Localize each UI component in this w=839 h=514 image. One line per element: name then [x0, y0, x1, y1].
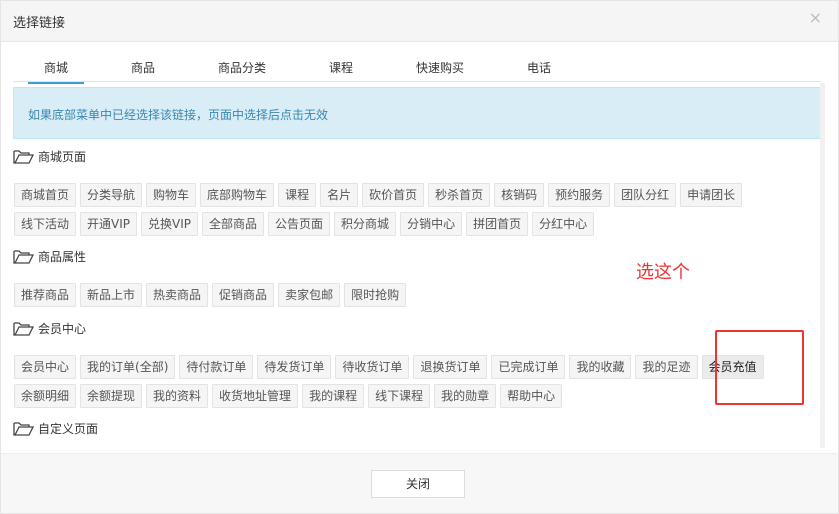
tab-quick-buy[interactable]: 快速购买: [416, 59, 464, 76]
link-option[interactable]: 待收货订单: [335, 355, 410, 379]
dialog-footer: 关闭: [1, 453, 838, 513]
member-links-row-2: 余额明细 余额提现 我的资料 收货地址管理 我的课程 线下课程 我的勋章 帮助中心: [14, 384, 563, 408]
link-option[interactable]: 分类导航: [80, 183, 143, 207]
link-option[interactable]: 分红中心: [532, 212, 595, 236]
tab-course[interactable]: 课程: [329, 59, 353, 76]
link-option[interactable]: 卖家包邮: [278, 283, 341, 307]
link-option[interactable]: 待发货订单: [257, 355, 332, 379]
link-option[interactable]: 我的足迹: [635, 355, 698, 379]
select-link-dialog: 选择链接 × 商城 商品 商品分类 课程 快速购买 电话 如果底部菜单中已经选择…: [0, 0, 839, 514]
link-option[interactable]: 核销码: [494, 183, 545, 207]
link-option[interactable]: 拼团首页: [466, 212, 529, 236]
info-alert: 如果底部菜单中已经选择该链接，页面中选择后点击无效: [13, 87, 821, 139]
link-option[interactable]: 帮助中心: [500, 384, 563, 408]
link-option[interactable]: 我的课程: [302, 384, 365, 408]
link-option[interactable]: 兑换VIP: [141, 212, 199, 236]
link-option[interactable]: 砍价首页: [362, 183, 425, 207]
link-option[interactable]: 商城首页: [14, 183, 77, 207]
link-option[interactable]: 线下活动: [14, 212, 77, 236]
section-label: 商城页面: [38, 149, 87, 164]
link-option[interactable]: 课程: [278, 183, 317, 207]
folder-open-icon: [13, 149, 34, 164]
link-option[interactable]: 待付款订单: [179, 355, 254, 379]
folder-open-icon: [13, 321, 34, 336]
link-option[interactable]: 开通VIP: [80, 212, 138, 236]
annotation-text: 选这个: [636, 262, 690, 283]
tab-goods-category[interactable]: 商品分类: [218, 59, 266, 76]
link-option[interactable]: 我的资料: [146, 384, 209, 408]
link-option[interactable]: 余额明细: [14, 384, 77, 408]
link-option[interactable]: 收货地址管理: [212, 384, 299, 408]
link-option[interactable]: 我的勋章: [434, 384, 497, 408]
member-links-row-1: 会员中心 我的订单(全部) 待付款订单 待发货订单 待收货订单 退换货订单 已完成订单 我的收…: [14, 355, 764, 379]
mall-links-row-2: 线下活动 开通VIP 兑换VIP 全部商品 公告页面 积分商城 分销中心 拼团首页 分红中心: [14, 212, 595, 236]
section-label: 商品属性: [38, 249, 87, 264]
link-option[interactable]: 退换货订单: [413, 355, 488, 379]
dialog-title: 选择链接: [13, 16, 66, 31]
link-option[interactable]: 分销中心: [400, 212, 463, 236]
section-mall-title: 商城页面: [13, 147, 86, 165]
section-goods-title: 商品属性: [13, 247, 86, 265]
link-option[interactable]: 热卖商品: [146, 283, 209, 307]
link-option[interactable]: 积分商城: [334, 212, 397, 236]
dialog-header: 选择链接 ×: [1, 1, 838, 42]
link-option[interactable]: 全部商品: [202, 212, 265, 236]
link-option[interactable]: 底部购物车: [200, 183, 275, 207]
link-option[interactable]: 预约服务: [548, 183, 611, 207]
link-list-area: 商城页面 商城首页 分类导航 购物车 底部购物车 课程 名片 砍价首页 秒杀首页 核销码 预约服务…: [1, 141, 838, 451]
link-option[interactable]: 团队分红: [614, 183, 677, 207]
link-option[interactable]: 申请团长: [680, 183, 743, 207]
tab-phone[interactable]: 电话: [527, 59, 551, 76]
link-option[interactable]: 已完成订单: [491, 355, 566, 379]
folder-open-icon: [13, 249, 34, 264]
tab-mall[interactable]: 商城: [27, 59, 85, 84]
link-option[interactable]: 促销商品: [212, 283, 275, 307]
annotation-highlight-box: [715, 330, 804, 405]
section-member-title: 会员中心: [13, 319, 86, 337]
section-label: 自定义页面: [38, 421, 99, 436]
section-label: 会员中心: [38, 321, 87, 336]
link-option[interactable]: 购物车: [146, 183, 197, 207]
mall-links-row-1: 商城首页 分类导航 购物车 底部购物车 课程 名片 砍价首页 秒杀首页 核销码 预约服务 团队分红申…: [14, 183, 743, 207]
tab-bar: 商城 商品 商品分类 课程 快速购买 电话: [13, 51, 821, 84]
link-option[interactable]: 新品上市: [80, 283, 143, 307]
link-option[interactable]: 推荐商品: [14, 283, 77, 307]
folder-open-icon: [13, 421, 34, 436]
goods-links-row-1: 推荐商品 新品上市 热卖商品 促销商品 卖家包邮 限时抢购: [14, 283, 407, 307]
link-option[interactable]: 名片: [320, 183, 359, 207]
link-option[interactable]: 线下课程: [368, 384, 431, 408]
close-icon[interactable]: ×: [809, 10, 822, 26]
link-option[interactable]: 我的收藏: [569, 355, 632, 379]
link-option[interactable]: 会员中心: [14, 355, 77, 379]
link-option[interactable]: 秒杀首页: [428, 183, 491, 207]
link-option[interactable]: 公告页面: [268, 212, 331, 236]
section-custom-title: 自定义页面: [13, 419, 98, 437]
link-option[interactable]: 限时抢购: [344, 283, 407, 307]
tab-goods[interactable]: 商品: [131, 59, 155, 76]
link-option[interactable]: 余额提现: [80, 384, 143, 408]
close-button[interactable]: 关闭: [371, 470, 465, 498]
link-option[interactable]: 我的订单(全部): [80, 355, 176, 379]
